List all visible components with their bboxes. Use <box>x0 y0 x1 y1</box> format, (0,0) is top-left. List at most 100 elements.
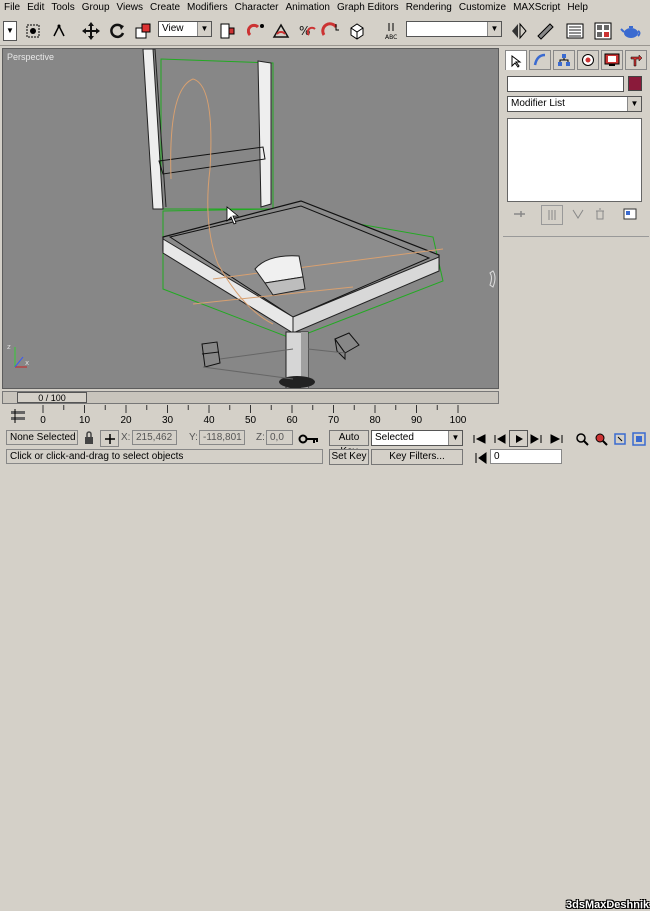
y-label: Y: <box>189 432 198 443</box>
perspective-viewport[interactable]: Perspective z x <box>2 48 499 389</box>
angle-snap-icon[interactable] <box>270 20 292 42</box>
modifier-stack-list[interactable] <box>507 118 642 202</box>
menu-item-views[interactable]: Views <box>113 0 147 14</box>
select-by-name-icon[interactable] <box>48 20 70 42</box>
watermark: 3dsMaxDeshnik <box>566 899 650 911</box>
edit-named-selection-icon[interactable] <box>346 20 368 42</box>
object-color-swatch[interactable] <box>628 76 642 91</box>
command-panel-tabs <box>505 50 647 72</box>
zoom-all-icon[interactable] <box>592 431 609 446</box>
menu-item-help[interactable]: Help <box>563 0 591 14</box>
viewport-scene: z x <box>7 49 496 388</box>
percent-snap-icon[interactable]: % <box>296 20 318 42</box>
absolute-mode-icon[interactable] <box>100 430 119 447</box>
track-bar[interactable]: 0 10 20 30 40 50 60 70 80 90 100 <box>0 405 499 429</box>
menu-item-graph-editors[interactable]: Graph Editors <box>333 0 402 14</box>
auto-key-button[interactable]: Auto Key <box>329 430 369 457</box>
configure-modifier-sets-icon[interactable] <box>621 206 638 221</box>
parameters-rollout-area <box>503 236 649 389</box>
modifier-stack-buttons <box>507 204 642 226</box>
svg-text:ABC: ABC <box>385 34 397 41</box>
create-tab-icon[interactable] <box>505 50 527 70</box>
menu-bar: File Edit Tools Group Views Create Modifiers Ch… <box>0 0 650 16</box>
remove-modifier-icon[interactable] <box>591 206 608 221</box>
pin-stack-icon[interactable] <box>511 206 528 221</box>
frame-tick-label: 50 <box>244 415 257 426</box>
command-panel: Modifier List ▼ <box>501 46 650 390</box>
zoom-extents-all-icon[interactable] <box>630 431 647 446</box>
x-coordinate-field[interactable]: 215,462 <box>132 430 177 445</box>
render-teapot-icon[interactable] <box>620 20 642 42</box>
frame-tick-label: 100 <box>449 415 467 426</box>
align-icon[interactable] <box>534 20 556 42</box>
current-frame-field[interactable]: 0 <box>490 449 562 464</box>
next-frame-icon[interactable] <box>528 431 545 446</box>
key-filters-button[interactable]: Key Filters... <box>371 449 463 465</box>
set-key-button[interactable]: Set Key <box>329 449 369 465</box>
frame-tick-label: 40 <box>203 415 215 426</box>
object-name-field[interactable] <box>507 76 624 92</box>
modifier-list-combo[interactable]: Modifier List ▼ <box>507 96 642 112</box>
mirror-icon[interactable] <box>508 20 530 42</box>
go-to-end-icon[interactable] <box>548 431 565 446</box>
motion-tab-icon[interactable] <box>577 50 599 70</box>
pivot-center-icon[interactable] <box>216 20 238 42</box>
prompt-line: Click or click-and-drag to select object… <box>6 449 323 464</box>
modify-tab-icon[interactable] <box>529 50 551 70</box>
menu-item-create[interactable]: Create <box>146 0 183 14</box>
menu-item-animation[interactable]: Animation <box>282 0 333 14</box>
rotate-icon[interactable] <box>106 20 128 42</box>
make-unique-icon[interactable] <box>569 206 586 221</box>
display-tab-icon[interactable] <box>601 50 623 70</box>
frame-tick-label: 0 <box>40 415 46 426</box>
reference-coord-combo[interactable]: View ▼ <box>158 21 212 37</box>
move-icon[interactable] <box>80 20 102 42</box>
status-row-1: None Selected X: 215,462 Y: -118,801 Z: … <box>0 430 650 457</box>
select-object-icon[interactable] <box>22 20 44 42</box>
key-mode-toggle-icon[interactable] <box>472 450 489 465</box>
menu-item-maxscript[interactable]: MAXScript <box>509 0 563 14</box>
abc-text-icon[interactable]: ABC <box>382 20 404 42</box>
key-mode-combo[interactable]: Selected ▼ <box>371 430 463 446</box>
scale-icon[interactable] <box>132 20 154 42</box>
previous-frame-icon[interactable] <box>490 431 507 446</box>
main-toolbar: ▼ View ▼ % ABC ▼ <box>0 17 650 46</box>
svg-text:x: x <box>25 359 29 367</box>
menu-item-customize[interactable]: Customize <box>455 0 509 14</box>
menu-item-rendering[interactable]: Rendering <box>402 0 455 14</box>
select-and-link-icon[interactable] <box>246 20 268 42</box>
frame-tick-label: 30 <box>161 415 174 426</box>
svg-text:z: z <box>7 343 11 351</box>
selection-lock-icon[interactable] <box>80 430 97 445</box>
play-icon[interactable] <box>509 430 528 447</box>
show-end-result-icon[interactable] <box>541 205 563 225</box>
menu-item-character[interactable]: Character <box>231 0 282 14</box>
z-coordinate-field[interactable]: 0,0 <box>266 430 293 445</box>
time-slider[interactable]: 0 / 100 <box>2 391 499 404</box>
x-label: X: <box>121 432 131 443</box>
time-slider-thumb[interactable]: 0 / 100 <box>17 392 87 403</box>
spinner-snap-icon[interactable] <box>320 20 342 42</box>
zoom-icon[interactable] <box>573 431 590 446</box>
y-coordinate-field[interactable]: -118,801 <box>199 430 245 445</box>
menu-item-edit[interactable]: Edit <box>23 0 47 14</box>
track-view-icon[interactable] <box>564 20 586 42</box>
frame-tick-label: 20 <box>120 415 132 426</box>
material-editor-icon[interactable] <box>592 20 614 42</box>
frame-tick-label: 90 <box>410 415 423 426</box>
zoom-extents-icon[interactable] <box>611 431 628 446</box>
frame-tick-label: 80 <box>369 415 381 426</box>
utilities-tab-icon[interactable] <box>625 50 647 70</box>
frame-tick-label: 10 <box>78 415 91 426</box>
menu-item-group[interactable]: Group <box>78 0 113 14</box>
named-selection-set-combo[interactable]: ▼ <box>406 21 502 37</box>
menu-item-tools[interactable]: Tools <box>47 0 77 14</box>
selection-count: None Selected <box>6 430 78 445</box>
hierarchy-tab-icon[interactable] <box>553 50 575 70</box>
menu-item-file[interactable]: File <box>0 0 23 14</box>
frame-tick-label: 70 <box>327 415 340 426</box>
default-in-out-tangent-key-icon[interactable] <box>298 431 320 446</box>
toolbar-dropdown-icon[interactable]: ▼ <box>3 20 17 42</box>
go-to-start-icon[interactable] <box>470 431 487 446</box>
menu-item-modifiers[interactable]: Modifiers <box>183 0 231 14</box>
